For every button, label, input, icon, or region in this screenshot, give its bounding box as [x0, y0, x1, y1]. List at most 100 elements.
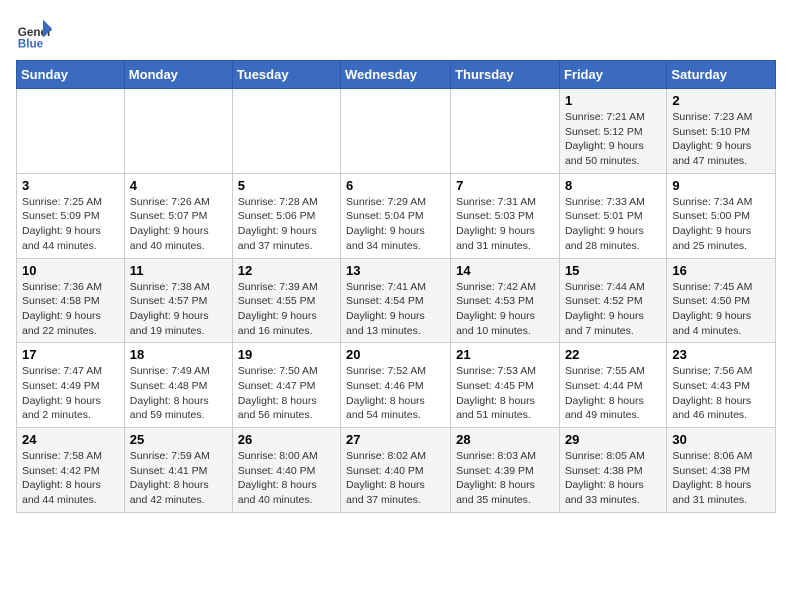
calendar-cell: 11Sunrise: 7:38 AM Sunset: 4:57 PM Dayli… [124, 258, 232, 343]
day-number: 2 [672, 93, 770, 108]
calendar-cell: 19 Sunrise: 7:50 AM Sunset: 4:47 PM Dayli… [232, 343, 340, 428]
day-number: 25 [130, 432, 227, 447]
day-info: Sunrise: 7:55 AM Sunset: 4:44 PM Dayligh… [565, 364, 661, 423]
calendar-cell: 2 Sunrise: 7:23 AM Sunset: 5:10 PM Daylig… [667, 89, 776, 174]
day-header-wednesday: Wednesday [341, 61, 451, 89]
day-header-thursday: Thursday [451, 61, 560, 89]
day-info: Sunrise: 8:02 AM Sunset: 4:40 PM Dayligh… [346, 449, 445, 508]
day-info: Sunrise: 7:45 AM Sunset: 4:50 PM Dayligh… [672, 280, 770, 339]
day-number: 26 [238, 432, 335, 447]
calendar-cell: 13 Sunrise: 7:41 AM Sunset: 4:54 PM Dayli… [341, 258, 451, 343]
day-number: 16 [672, 263, 770, 278]
day-info: Sunrise: 8:03 AM Sunset: 4:39 PM Dayligh… [456, 449, 554, 508]
day-number: 19 [238, 347, 335, 362]
calendar-cell: 24 Sunrise: 7:58 AM Sunset: 4:42 PM Dayli… [17, 428, 125, 513]
day-number: 24 [22, 432, 119, 447]
calendar-cell [17, 89, 125, 174]
calendar-cell: 3 Sunrise: 7:25 AM Sunset: 5:09 PM Daylig… [17, 173, 125, 258]
day-info: Sunrise: 7:25 AM Sunset: 5:09 PM Dayligh… [22, 195, 119, 254]
day-info: Sunrise: 7:52 AM Sunset: 4:46 PM Dayligh… [346, 364, 445, 423]
calendar-week-2: 3 Sunrise: 7:25 AM Sunset: 5:09 PM Daylig… [17, 173, 776, 258]
calendar-week-1: 1Sunrise: 7:21 AM Sunset: 5:12 PM Daylig… [17, 89, 776, 174]
day-info: Sunrise: 7:28 AM Sunset: 5:06 PM Dayligh… [238, 195, 335, 254]
day-info: Sunrise: 7:59 AM Sunset: 4:41 PM Dayligh… [130, 449, 227, 508]
day-info: Sunrise: 7:34 AM Sunset: 5:00 PM Dayligh… [672, 195, 770, 254]
calendar-cell: 10 Sunrise: 7:36 AM Sunset: 4:58 PM Dayli… [17, 258, 125, 343]
calendar-cell [341, 89, 451, 174]
calendar-cell: 22Sunrise: 7:55 AM Sunset: 4:44 PM Dayli… [559, 343, 666, 428]
day-number: 5 [238, 178, 335, 193]
calendar-cell: 18Sunrise: 7:49 AM Sunset: 4:48 PM Dayli… [124, 343, 232, 428]
day-number: 21 [456, 347, 554, 362]
calendar-cell: 7 Sunrise: 7:31 AM Sunset: 5:03 PM Daylig… [451, 173, 560, 258]
day-number: 23 [672, 347, 770, 362]
day-header-saturday: Saturday [667, 61, 776, 89]
day-info: Sunrise: 7:58 AM Sunset: 4:42 PM Dayligh… [22, 449, 119, 508]
day-number: 6 [346, 178, 445, 193]
calendar-cell: 20 Sunrise: 7:52 AM Sunset: 4:46 PM Dayli… [341, 343, 451, 428]
calendar-cell: 12 Sunrise: 7:39 AM Sunset: 4:55 PM Dayli… [232, 258, 340, 343]
calendar-week-5: 24 Sunrise: 7:58 AM Sunset: 4:42 PM Dayli… [17, 428, 776, 513]
calendar-cell: 29 Sunrise: 8:05 AM Sunset: 4:38 PM Dayli… [559, 428, 666, 513]
day-number: 11 [130, 263, 227, 278]
day-number: 9 [672, 178, 770, 193]
day-number: 28 [456, 432, 554, 447]
day-info: Sunrise: 7:47 AM Sunset: 4:49 PM Dayligh… [22, 364, 119, 423]
calendar-cell [232, 89, 340, 174]
logo: General Blue [16, 16, 52, 52]
day-header-tuesday: Tuesday [232, 61, 340, 89]
day-info: Sunrise: 7:39 AM Sunset: 4:55 PM Dayligh… [238, 280, 335, 339]
day-header-friday: Friday [559, 61, 666, 89]
day-header-sunday: Sunday [17, 61, 125, 89]
day-info: Sunrise: 7:33 AM Sunset: 5:01 PM Dayligh… [565, 195, 661, 254]
day-info: Sunrise: 8:06 AM Sunset: 4:38 PM Dayligh… [672, 449, 770, 508]
page-header: General Blue [16, 16, 776, 52]
day-header-monday: Monday [124, 61, 232, 89]
day-info: Sunrise: 7:29 AM Sunset: 5:04 PM Dayligh… [346, 195, 445, 254]
day-info: Sunrise: 7:41 AM Sunset: 4:54 PM Dayligh… [346, 280, 445, 339]
day-info: Sunrise: 7:36 AM Sunset: 4:58 PM Dayligh… [22, 280, 119, 339]
day-number: 10 [22, 263, 119, 278]
day-number: 12 [238, 263, 335, 278]
calendar-cell: 14 Sunrise: 7:42 AM Sunset: 4:53 PM Dayli… [451, 258, 560, 343]
calendar-cell: 5 Sunrise: 7:28 AM Sunset: 5:06 PM Daylig… [232, 173, 340, 258]
calendar-cell: 21Sunrise: 7:53 AM Sunset: 4:45 PM Dayli… [451, 343, 560, 428]
day-info: Sunrise: 7:26 AM Sunset: 5:07 PM Dayligh… [130, 195, 227, 254]
calendar-cell: 1Sunrise: 7:21 AM Sunset: 5:12 PM Daylig… [559, 89, 666, 174]
day-number: 30 [672, 432, 770, 447]
calendar-cell: 17Sunrise: 7:47 AM Sunset: 4:49 PM Dayli… [17, 343, 125, 428]
calendar-cell: 4 Sunrise: 7:26 AM Sunset: 5:07 PM Daylig… [124, 173, 232, 258]
calendar-cell: 6 Sunrise: 7:29 AM Sunset: 5:04 PM Daylig… [341, 173, 451, 258]
calendar-cell: 27 Sunrise: 8:02 AM Sunset: 4:40 PM Dayli… [341, 428, 451, 513]
day-number: 1 [565, 93, 661, 108]
day-info: Sunrise: 7:42 AM Sunset: 4:53 PM Dayligh… [456, 280, 554, 339]
day-number: 8 [565, 178, 661, 193]
day-number: 20 [346, 347, 445, 362]
day-number: 4 [130, 178, 227, 193]
day-number: 13 [346, 263, 445, 278]
calendar-body: 1Sunrise: 7:21 AM Sunset: 5:12 PM Daylig… [17, 89, 776, 513]
calendar-cell: 30 Sunrise: 8:06 AM Sunset: 4:38 PM Dayli… [667, 428, 776, 513]
day-number: 7 [456, 178, 554, 193]
calendar-cell: 16 Sunrise: 7:45 AM Sunset: 4:50 PM Dayli… [667, 258, 776, 343]
day-info: Sunrise: 7:49 AM Sunset: 4:48 PM Dayligh… [130, 364, 227, 423]
calendar-cell: 8 Sunrise: 7:33 AM Sunset: 5:01 PM Daylig… [559, 173, 666, 258]
day-info: Sunrise: 7:23 AM Sunset: 5:10 PM Dayligh… [672, 110, 770, 169]
calendar-cell: 15Sunrise: 7:44 AM Sunset: 4:52 PM Dayli… [559, 258, 666, 343]
calendar-header: SundayMondayTuesdayWednesdayThursdayFrid… [17, 61, 776, 89]
day-info: Sunrise: 7:50 AM Sunset: 4:47 PM Dayligh… [238, 364, 335, 423]
day-number: 3 [22, 178, 119, 193]
day-info: Sunrise: 8:00 AM Sunset: 4:40 PM Dayligh… [238, 449, 335, 508]
calendar-cell: 25 Sunrise: 7:59 AM Sunset: 4:41 PM Dayli… [124, 428, 232, 513]
logo-icon: General Blue [16, 16, 52, 52]
day-number: 29 [565, 432, 661, 447]
day-info: Sunrise: 7:31 AM Sunset: 5:03 PM Dayligh… [456, 195, 554, 254]
calendar-cell: 28 Sunrise: 8:03 AM Sunset: 4:39 PM Dayli… [451, 428, 560, 513]
day-number: 14 [456, 263, 554, 278]
svg-text:Blue: Blue [18, 38, 44, 51]
day-info: Sunrise: 8:05 AM Sunset: 4:38 PM Dayligh… [565, 449, 661, 508]
calendar-cell: 23Sunrise: 7:56 AM Sunset: 4:43 PM Dayli… [667, 343, 776, 428]
day-info: Sunrise: 7:44 AM Sunset: 4:52 PM Dayligh… [565, 280, 661, 339]
calendar-week-4: 17Sunrise: 7:47 AM Sunset: 4:49 PM Dayli… [17, 343, 776, 428]
day-number: 27 [346, 432, 445, 447]
